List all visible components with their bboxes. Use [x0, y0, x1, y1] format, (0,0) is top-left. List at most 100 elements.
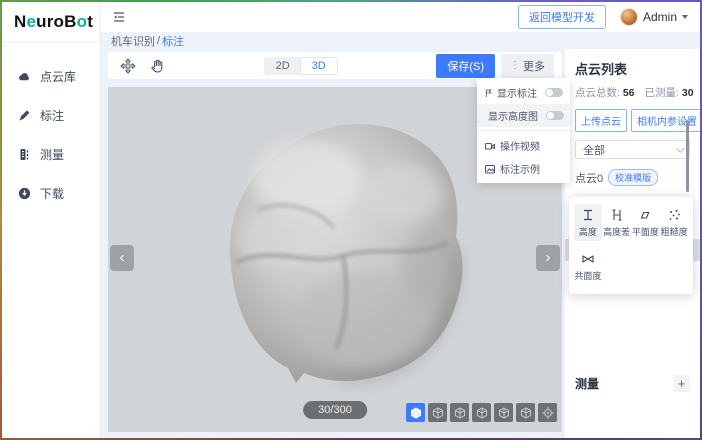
measure-type-label: 平面度 [632, 225, 659, 238]
show-annotations-toggle[interactable] [545, 88, 563, 97]
menu-item-label: 显示高度图 [488, 108, 538, 123]
cube-view-top-button[interactable] [516, 403, 535, 422]
video-icon [484, 140, 496, 152]
cube-view-front-button[interactable] [428, 403, 447, 422]
sidebar-item-label: 点云库 [40, 68, 76, 85]
pointcloud-list-panel: 点云列表 点云总数: 56 已测量: 30 上传点云 相机内参设置 全部 点云0… [565, 49, 700, 438]
move-tool-icon[interactable] [120, 58, 136, 74]
sidebar-menu: 点云库 标注 测量 下载 [2, 43, 99, 213]
panel-title: 点云列表 [575, 59, 690, 78]
list-scrollbar[interactable] [686, 120, 689, 192]
logo-text: t [87, 12, 93, 32]
cube-view-left-button[interactable] [472, 403, 491, 422]
more-dropdown-menu: 显示标注 显示高度图 操作视频 标注示例 [477, 78, 570, 183]
recenter-view-button[interactable] [538, 403, 557, 422]
pen-icon [18, 109, 31, 122]
measure-type-label: 高度差 [603, 225, 630, 238]
show-heightmap-toggle[interactable] [546, 111, 564, 120]
logo-gear-o: o [77, 12, 88, 32]
prev-image-button[interactable]: ‹ [110, 245, 134, 271]
menu-item-tutorial-video[interactable]: 操作视频 [477, 134, 570, 157]
measure-section-title: 测量 [575, 375, 673, 392]
screenshot-frame: NeuroBot 点云库 标注 测量 下载 返回模型开发 [0, 0, 702, 440]
more-button-label: 更多 [523, 58, 545, 74]
chevron-down-icon [676, 144, 684, 152]
hand-tool-icon[interactable] [150, 58, 165, 74]
upload-pointcloud-button[interactable]: 上传点云 [575, 109, 627, 132]
measure-section-header: 测量 + [575, 367, 690, 392]
pointcloud-name: 点云0 [575, 170, 603, 186]
sidebar-item-measure[interactable]: 测量 [2, 135, 99, 174]
top-header: 返回模型开发 Admin [100, 2, 700, 32]
breadcrumb: 机车识别 / 标注 [100, 32, 700, 49]
measure-type-coplanarity[interactable]: 共面度 [574, 248, 602, 285]
vertical-dots-icon: ⋮ [510, 60, 520, 71]
sidebar: NeuroBot 点云库 标注 测量 下载 [2, 2, 100, 438]
sidebar-item-download[interactable]: 下载 [2, 174, 99, 213]
app-logo: NeuroBot [2, 2, 99, 43]
cube-view-right-button[interactable] [494, 403, 513, 422]
next-image-button[interactable]: › [536, 245, 560, 271]
save-button[interactable]: 保存(S) [436, 54, 495, 78]
camera-intrinsics-button[interactable]: 相机内参设置 [631, 109, 700, 132]
breadcrumb-parent[interactable]: 机车识别 [111, 33, 155, 49]
calibration-template-badge: 校准模版 [608, 169, 658, 186]
measure-type-roughness[interactable]: 粗糙度 [660, 204, 688, 241]
more-button[interactable]: ⋮ 更多 [501, 54, 554, 78]
flatness-icon [638, 208, 652, 222]
measure-type-label: 粗糙度 [661, 225, 688, 238]
download-icon [18, 187, 31, 200]
sidebar-item-label: 标注 [40, 107, 64, 124]
app-window: NeuroBot 点云库 标注 测量 下载 返回模型开发 [2, 2, 700, 438]
template-pointcloud-row[interactable]: 点云0 校准模版 [575, 169, 690, 195]
view-3d-button[interactable]: 3D [301, 58, 337, 74]
measure-type-label: 共面度 [574, 269, 601, 282]
collapse-sidebar-icon[interactable] [112, 10, 126, 24]
measure-type-height-diff[interactable]: 高度差 [603, 204, 631, 241]
caret-down-icon [682, 15, 688, 19]
breadcrumb-separator: / [157, 35, 160, 47]
menu-item-label: 标注示例 [500, 161, 540, 176]
add-measurement-button[interactable]: + [673, 375, 690, 392]
user-menu[interactable]: Admin [620, 8, 688, 26]
total-value: 56 [623, 87, 635, 99]
sidebar-item-label: 测量 [40, 146, 64, 163]
height-diff-icon [610, 208, 624, 222]
measured-value: 30 [682, 87, 694, 99]
tool-icons [116, 58, 165, 74]
sidebar-item-label: 下载 [40, 185, 64, 202]
breadcrumb-current: 标注 [162, 33, 184, 49]
panel-buttons: 上传点云 相机内参设置 [575, 109, 690, 132]
filter-select[interactable]: 全部 [575, 140, 690, 159]
image-icon [484, 163, 496, 175]
logo-text: B [64, 12, 76, 32]
username: Admin [643, 10, 677, 24]
cube-view-back-button[interactable] [450, 403, 469, 422]
back-to-model-dev-button[interactable]: 返回模型开发 [518, 5, 606, 29]
menu-item-show-annotations[interactable]: 显示标注 [477, 81, 570, 104]
view-2d-button[interactable]: 2D [265, 58, 301, 74]
cube-view-default-button[interactable] [406, 403, 425, 422]
cloud-icon [18, 70, 31, 83]
logo-text: ur [36, 12, 53, 32]
menu-item-show-heightmap[interactable]: 显示高度图 [477, 104, 570, 127]
sidebar-item-annotate[interactable]: 标注 [2, 96, 99, 135]
menu-item-label: 显示标注 [497, 85, 537, 100]
total-label: 点云总数: [575, 87, 620, 99]
menu-item-annotation-example[interactable]: 标注示例 [477, 157, 570, 180]
logo-text: N [14, 12, 26, 32]
view-mode-toggle: 2D 3D [264, 57, 338, 75]
logo-text: o [54, 12, 65, 32]
measure-type-grid: 高度 高度差 平面度 粗糙度 共面度 [574, 204, 688, 285]
sidebar-item-pointcloud-library[interactable]: 点云库 [2, 57, 99, 96]
flag-icon [484, 87, 493, 99]
height-icon [581, 208, 595, 222]
roughness-icon [667, 208, 681, 222]
view-orientation-buttons [406, 403, 557, 422]
measure-icon [18, 148, 31, 161]
canvas-toolbar: 2D 3D 保存(S) ⋮ 更多 [108, 52, 562, 79]
measured-label: 已测量: [645, 87, 679, 99]
logo-gear-e: e [26, 12, 36, 32]
measure-type-height[interactable]: 高度 [574, 204, 602, 241]
measure-type-flatness[interactable]: 平面度 [632, 204, 660, 241]
